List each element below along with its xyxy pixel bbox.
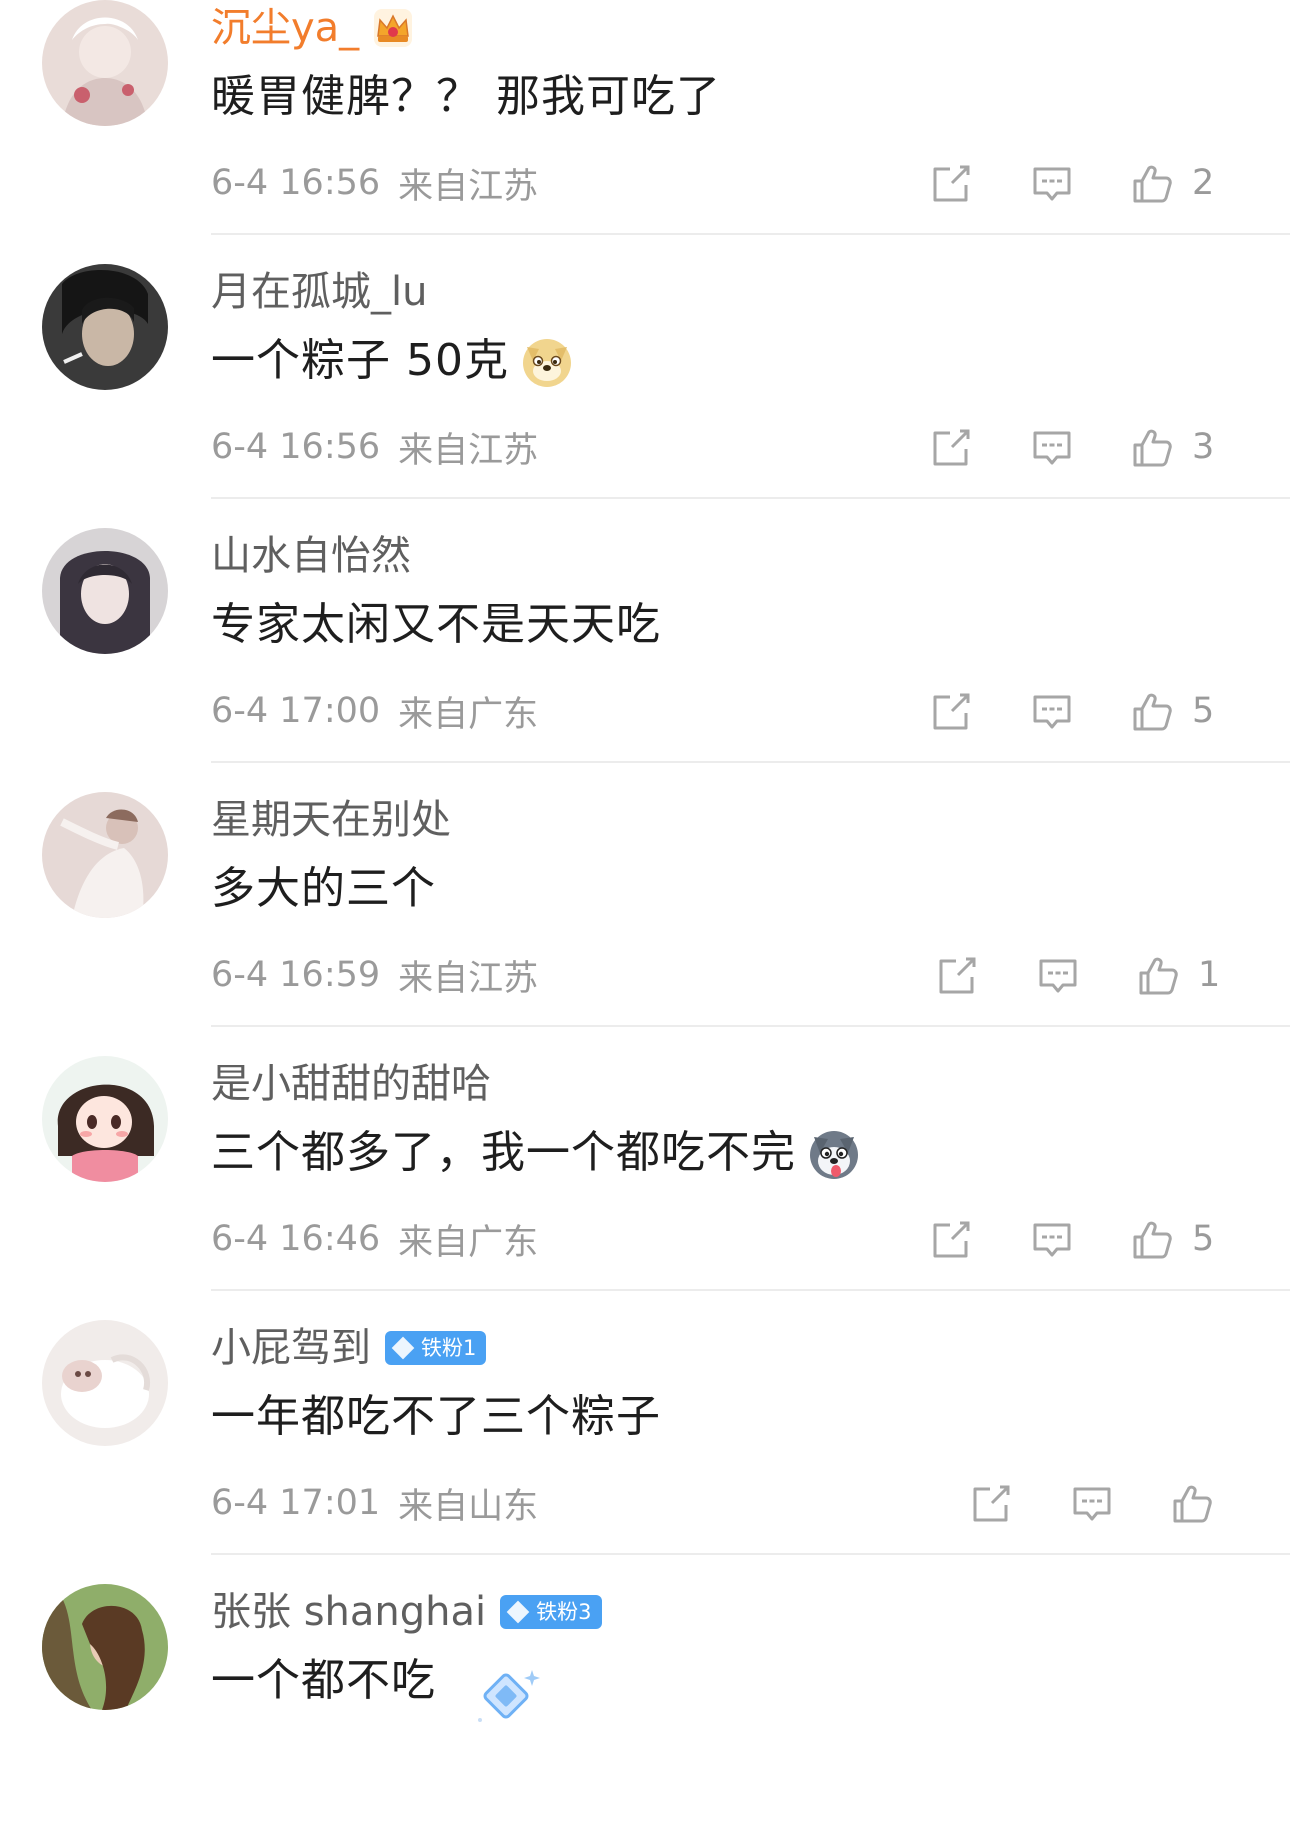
- divider: [211, 1553, 1290, 1555]
- thumbs-up-icon[interactable]: [1131, 427, 1173, 469]
- comment-text: 专家太闲又不是天天吃: [211, 599, 661, 650]
- like-count: 5: [1192, 691, 1215, 731]
- avatar[interactable]: [42, 0, 168, 126]
- divider: [211, 761, 1290, 763]
- fan-badge-label: 铁粉1: [421, 1336, 477, 1360]
- crown-icon: [374, 9, 413, 47]
- comment-text: 一年都吃不了三个粽子: [211, 1391, 661, 1442]
- repost-icon[interactable]: [970, 1483, 1012, 1525]
- comment-icon[interactable]: [1031, 691, 1073, 733]
- comment-icon[interactable]: [1037, 955, 1079, 997]
- avatar[interactable]: [42, 792, 168, 918]
- repost-icon[interactable]: [930, 427, 972, 469]
- husky-emoji-icon: [810, 1131, 858, 1179]
- repost-icon[interactable]: [930, 691, 972, 733]
- comment-time: 6-4 16:46: [211, 1219, 381, 1259]
- avatar[interactable]: [42, 1056, 168, 1182]
- username[interactable]: 张张 shanghai: [211, 1586, 486, 1638]
- comment-location: 来自江苏: [398, 166, 539, 207]
- username[interactable]: 星期天在别处: [211, 794, 451, 846]
- comment-icon[interactable]: [1031, 1219, 1073, 1261]
- comment-item: 沉尘ya_ 暖胃健脾？？ 那我可吃了 6-4 16:56 来自江苏 2: [0, 0, 1290, 264]
- comment-location: 来自广东: [398, 1222, 539, 1263]
- comment-time: 6-4 16:56: [211, 427, 381, 467]
- comment-text: 一个粽子 50克: [211, 335, 509, 386]
- comment-item: 星期天在别处 多大的三个 6-4 16:59 来自江苏 1: [0, 792, 1290, 1056]
- comment-text: 三个都多了，我一个都吃不完: [211, 1127, 796, 1178]
- thumbs-up-icon[interactable]: [1171, 1483, 1213, 1525]
- divider: [211, 1025, 1290, 1027]
- like-count: 3: [1192, 427, 1215, 467]
- avatar[interactable]: [42, 264, 168, 390]
- comment-time: 6-4 17:00: [211, 691, 381, 731]
- comment-location: 来自江苏: [398, 958, 539, 999]
- fan-badge: 铁粉1: [385, 1331, 487, 1365]
- repost-icon[interactable]: [936, 955, 978, 997]
- comment-location: 来自江苏: [398, 430, 539, 471]
- repost-icon[interactable]: [930, 163, 972, 205]
- comment-item: 月在孤城_lu 一个粽子 50克 6-4 16:56 来自江苏 3: [0, 264, 1290, 528]
- divider: [211, 233, 1290, 235]
- username[interactable]: 山水自怡然: [211, 530, 411, 582]
- comment-icon[interactable]: [1031, 163, 1073, 205]
- comment-item: 是小甜甜的甜哈 三个都多了，我一个都吃不完 6-4 16:46 来自广东 5: [0, 1056, 1290, 1320]
- thumbs-up-icon[interactable]: [1131, 691, 1173, 733]
- thumbs-up-icon[interactable]: [1131, 163, 1173, 205]
- like-count: 1: [1198, 955, 1221, 995]
- comment-item: 山水自怡然 专家太闲又不是天天吃 6-4 17:00 来自广东 5: [0, 528, 1290, 792]
- comment-time: 6-4 16:59: [211, 955, 381, 995]
- comment-time: 6-4 17:01: [211, 1483, 381, 1523]
- comment-icon[interactable]: [1071, 1483, 1113, 1525]
- username[interactable]: 月在孤城_lu: [211, 266, 427, 318]
- like-count: 5: [1192, 1219, 1215, 1259]
- avatar[interactable]: [42, 528, 168, 654]
- divider: [211, 1289, 1290, 1291]
- diamond-icon: [391, 1336, 415, 1360]
- avatar[interactable]: [42, 1320, 168, 1446]
- comment-item: 张张 shanghai 铁粉3 一个都不吃: [0, 1584, 1290, 1848]
- repost-icon[interactable]: [930, 1219, 972, 1261]
- comment-icon[interactable]: [1031, 427, 1073, 469]
- like-count: 2: [1192, 163, 1215, 203]
- comment-item: 小屁驾到 铁粉1 一年都吃不了三个粽子 6-4 17:01 来自山东: [0, 1320, 1290, 1584]
- fan-badge-label: 铁粉3: [536, 1600, 592, 1624]
- comment-text: 多大的三个: [211, 863, 436, 914]
- doge-emoji-icon: [522, 339, 571, 387]
- username[interactable]: 是小甜甜的甜哈: [211, 1058, 491, 1110]
- thumbs-up-icon[interactable]: [1131, 1219, 1173, 1261]
- sparkle-diamond-icon: [478, 1670, 540, 1722]
- avatar[interactable]: [42, 1584, 168, 1710]
- username[interactable]: 沉尘ya_: [211, 2, 359, 54]
- thumbs-up-icon[interactable]: [1137, 955, 1179, 997]
- divider: [211, 497, 1290, 499]
- username[interactable]: 小屁驾到: [211, 1322, 371, 1374]
- fan-badge: 铁粉3: [500, 1595, 602, 1629]
- comment-text: 一个都不吃: [211, 1655, 436, 1706]
- diamond-icon: [506, 1600, 530, 1624]
- comment-text: 暖胃健脾？？ 那我可吃了: [211, 71, 721, 122]
- comment-time: 6-4 16:56: [211, 163, 381, 203]
- comment-location: 来自山东: [398, 1486, 539, 1527]
- comment-location: 来自广东: [398, 694, 539, 735]
